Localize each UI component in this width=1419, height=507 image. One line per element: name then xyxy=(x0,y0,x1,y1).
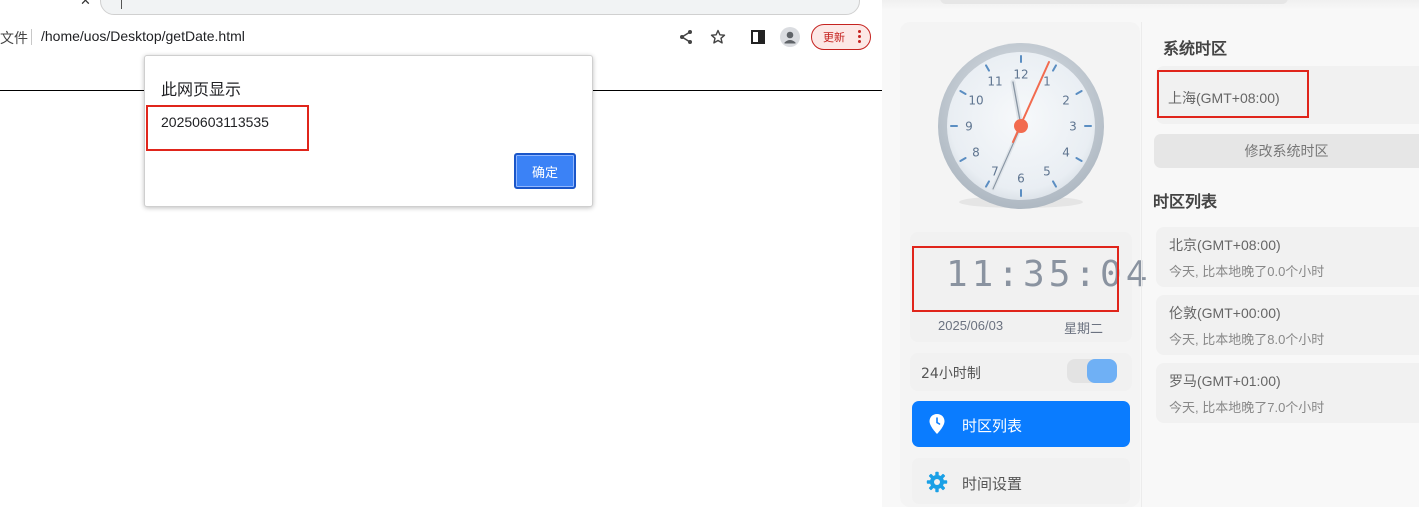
timezone-name: 北京(GMT+08:00) xyxy=(1169,237,1281,253)
list-item[interactable]: 伦敦(GMT+00:00) 今天, 比本地晚了8.0个小时 xyxy=(1156,295,1419,355)
clock-dial-number: 5 xyxy=(1043,165,1051,179)
nav-time-settings[interactable]: 时间设置 xyxy=(912,458,1130,504)
omnibox[interactable] xyxy=(100,0,860,15)
bookmark-star-icon[interactable] xyxy=(707,26,729,48)
dialog-ok-button[interactable]: 确定 xyxy=(514,153,576,189)
clock-dial-number: 3 xyxy=(1069,120,1077,134)
browser-window: ✕ 文件 /home/uos/Desktop/getDate.html 更新 此… xyxy=(0,0,882,507)
menu-dots-icon xyxy=(858,30,861,45)
nav-timezone-list-label: 时区列表 xyxy=(962,417,1023,435)
clock-center-pin xyxy=(1014,119,1028,133)
clock-dial-number: 2 xyxy=(1062,94,1070,108)
hour-format-row: 24小时制 xyxy=(910,353,1132,391)
modify-timezone-button[interactable]: 修改系统时区 xyxy=(1154,134,1419,168)
analog-clock: 12 1234567891011 xyxy=(938,43,1104,209)
update-label: 更新 xyxy=(823,31,845,44)
url-text[interactable]: /home/uos/Desktop/getDate.html xyxy=(41,28,245,44)
location-pin-icon xyxy=(929,414,945,434)
clock-dial-number: 11 xyxy=(987,74,1002,88)
date-text: 2025/06/03 xyxy=(938,318,1004,333)
tab-strip: ✕ xyxy=(0,0,882,18)
highlight-box-system-timezone xyxy=(1157,70,1309,118)
clock-dial-number: 12 xyxy=(1013,68,1028,82)
timezone-name: 罗马(GMT+01:00) xyxy=(1169,373,1281,389)
profile-avatar-icon[interactable] xyxy=(779,26,801,48)
list-item[interactable]: 北京(GMT+08:00) 今天, 比本地晚了0.0个小时 xyxy=(1156,227,1419,287)
separator xyxy=(31,29,32,45)
list-item[interactable]: 罗马(GMT+01:00) 今天, 比本地晚了7.0个小时 xyxy=(1156,363,1419,423)
info-bar: 文件 /home/uos/Desktop/getDate.html 更新 xyxy=(0,22,882,52)
nav-timezone-list[interactable]: 时区列表 xyxy=(912,401,1130,447)
timezone-offset-desc: 今天, 比本地晚了0.0个小时 xyxy=(1169,264,1325,279)
panel-divider xyxy=(1141,22,1142,507)
timezone-offset-desc: 今天, 比本地晚了8.0个小时 xyxy=(1169,332,1325,347)
weekday-text: 星期二 xyxy=(1064,322,1104,337)
system-timezone-title: 系统时区 xyxy=(1163,39,1228,58)
clock-app-window: 12 1 2 3 4 5 6 7 8 9 10 11 11:35:04 2025/06/03 星期二 … xyxy=(882,0,1419,507)
clock-dial-number: 4 xyxy=(1062,146,1070,160)
highlight-box-time xyxy=(912,246,1119,312)
search-strip[interactable] xyxy=(940,0,1288,4)
gear-icon xyxy=(926,471,948,493)
clock-dial-number: 9 xyxy=(965,120,973,134)
tab-close-icon[interactable]: ✕ xyxy=(80,0,91,9)
timezone-offset-desc: 今天, 比本地晚了7.0个小时 xyxy=(1169,400,1325,415)
nav-time-settings-label: 时间设置 xyxy=(962,475,1023,493)
timezone-name: 伦敦(GMT+00:00) xyxy=(1169,305,1281,321)
highlight-box-message xyxy=(146,105,309,151)
side-panel-icon[interactable] xyxy=(747,26,769,48)
update-button[interactable]: 更新 xyxy=(811,24,871,50)
toggle-knob xyxy=(1087,359,1117,383)
file-scheme-label: 文件 xyxy=(0,31,28,47)
timezone-list-title: 时区列表 xyxy=(1153,192,1218,211)
text-caret xyxy=(121,0,122,9)
hour-format-toggle[interactable] xyxy=(1067,359,1117,383)
share-icon[interactable] xyxy=(675,26,697,48)
clock-dial-number: 6 xyxy=(1017,172,1025,186)
clock-dial-number: 1 xyxy=(1043,74,1051,88)
dialog-title: 此网页显示 xyxy=(161,80,242,99)
clock-dial-number: 8 xyxy=(972,146,980,160)
clock-dial-number: 10 xyxy=(968,94,983,108)
hour-format-label: 24小时制 xyxy=(921,366,981,382)
